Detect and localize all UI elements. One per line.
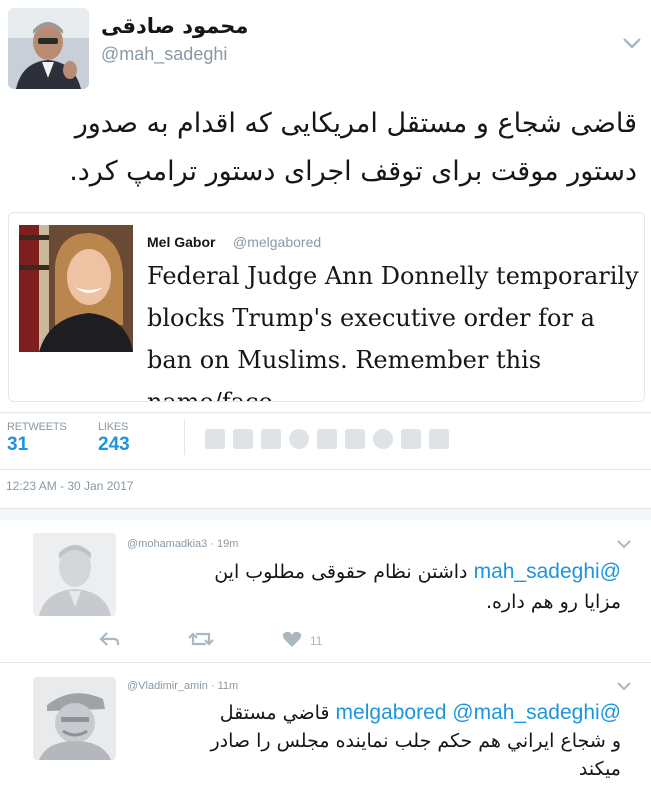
retweets-count[interactable]: 31: [7, 434, 67, 456]
reply-mention[interactable]: @mah_sadeghi: [474, 560, 621, 583]
author-avatar[interactable]: [8, 8, 89, 89]
author-name[interactable]: محمود صادقی: [101, 14, 248, 38]
likes-label: LIKES: [98, 421, 129, 433]
liker-avatar[interactable]: [317, 429, 337, 449]
reply-line: ميكند: [578, 758, 621, 780]
quoted-tweet-photo: [19, 225, 133, 352]
retweets-label: RETWEETS: [7, 421, 67, 433]
likes-stat[interactable]: LIKES 243: [98, 421, 130, 456]
tweet-text: قاضی شجاع و مستقل امریکایی که اقدام به ص…: [69, 108, 637, 187]
reply-avatar[interactable]: [33, 533, 116, 616]
reply-meta[interactable]: @mohamadkia3 · 19m: [127, 538, 238, 550]
reply-text: @mah_sadeghi داشتن نظام حقوقی مطلوب این …: [131, 557, 621, 617]
liker-avatar[interactable]: [345, 429, 365, 449]
author-handle[interactable]: @mah_sadeghi: [101, 44, 227, 65]
chevron-down-icon[interactable]: [621, 36, 643, 54]
quoted-tweet[interactable]: Mel Gabor @melgabored Federal Judge Ann …: [8, 212, 645, 402]
reply-line: و شجاع ايراني هم حكم جلب نماينده مجلس را…: [210, 730, 621, 752]
reply-mention[interactable]: @melgabored @mah_sadeghi: [336, 701, 621, 724]
liker-avatar[interactable]: [373, 429, 393, 449]
reply-avatar[interactable]: [33, 677, 116, 760]
reply-text: @melgabored @mah_sadeghi قاضي مستقل و شج…: [131, 699, 621, 783]
likes-count[interactable]: 243: [98, 434, 130, 456]
tweet-stats: RETWEETS 31 LIKES 243: [0, 412, 651, 470]
heart-icon[interactable]: [282, 631, 302, 651]
replies-divider: [0, 508, 651, 520]
tweet-timestamp[interactable]: 12:23 AM - 30 Jan 2017: [6, 479, 133, 493]
liker-avatar[interactable]: [261, 429, 281, 449]
reply-tweet[interactable]: @mohamadkia3 · 19m @mah_sadeghi داشتن نظ…: [0, 521, 651, 663]
liker-avatars: [184, 419, 456, 455]
liker-avatar[interactable]: [205, 429, 225, 449]
retweets-stat[interactable]: RETWEETS 31: [7, 421, 67, 456]
reply-line: قاضي مستقل: [219, 702, 330, 724]
chevron-down-icon[interactable]: [615, 680, 633, 694]
reply-line: داشتن نظام حقوقی مطلوب این: [214, 561, 468, 583]
quoted-author-name[interactable]: Mel Gabor: [147, 234, 215, 250]
like-count[interactable]: 11: [310, 634, 322, 648]
quoted-author-handle[interactable]: @melgabored: [233, 234, 321, 250]
quoted-tweet-text: Federal Judge Ann Donnelly temporarily b…: [147, 262, 639, 402]
liker-avatar[interactable]: [233, 429, 253, 449]
reply-tweet[interactable]: @Vladimir_amin · 11m @melgabored @mah_sa…: [0, 663, 651, 800]
reply-icon[interactable]: [98, 631, 120, 650]
retweet-icon[interactable]: [188, 631, 214, 650]
reply-line: مزايا رو هم داره.: [485, 591, 621, 613]
chevron-down-icon[interactable]: [615, 538, 633, 552]
liker-avatar[interactable]: [429, 429, 449, 449]
liker-avatar[interactable]: [401, 429, 421, 449]
reply-meta[interactable]: @Vladimir_amin · 11m: [127, 680, 238, 692]
liker-avatar[interactable]: [289, 429, 309, 449]
